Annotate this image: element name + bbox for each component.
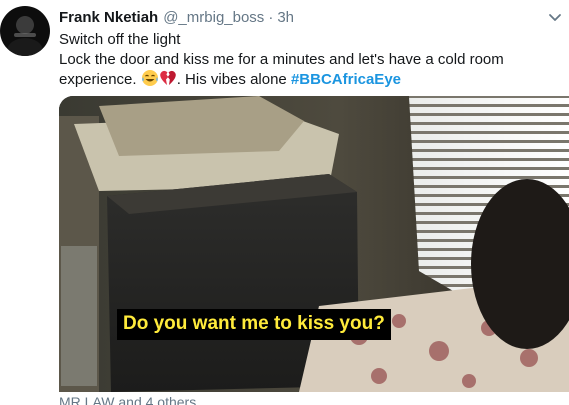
blind-slat (409, 98, 569, 104)
tweet-line-3-text: experience. (59, 71, 141, 88)
liked-by-line[interactable]: MR LAW and 4 others (59, 394, 196, 405)
tears-of-joy-emoji (141, 70, 158, 86)
tweet-timestamp[interactable]: 3h (277, 9, 294, 26)
avatar[interactable] (0, 6, 50, 56)
blind-slat (409, 161, 569, 167)
author-name[interactable]: Frank Nketiah (59, 9, 158, 26)
tweet-line-2: Lock the door and kiss me for a minutes … (59, 50, 504, 68)
paper-stack-top (99, 96, 304, 156)
tweet-card[interactable]: Frank Nketiah @_mrbig_boss · 3h Switch o… (0, 0, 569, 405)
chevron-down-icon[interactable] (547, 9, 563, 25)
tweet-line-3: experience. . His vibes alone #BBCAfrica… (59, 69, 559, 90)
video-subtitle: Do you want me to kiss you? (117, 309, 391, 340)
video-frame (59, 96, 569, 392)
left-shelf-books (61, 246, 97, 386)
blind-slat (409, 170, 569, 176)
blind-slat (409, 107, 569, 113)
tweet-line-3-tail: . His vibes alone (176, 71, 291, 88)
tweet-text: Switch off the light Lock the door and k… (59, 30, 559, 90)
blind-slat (409, 125, 569, 131)
blind-slat (409, 152, 569, 158)
hashtag-link[interactable]: #BBCAfricaEye (291, 71, 401, 88)
avatar-silhouette (7, 38, 43, 56)
blind-slat (409, 116, 569, 122)
header-separator: · (268, 8, 274, 26)
tweet-header: Frank Nketiah @_mrbig_boss · 3h (59, 7, 294, 27)
broken-heart-emoji (159, 70, 176, 85)
blind-slat (409, 134, 569, 140)
avatar-shirt-mark (14, 33, 36, 37)
tweet-line-1: Switch off the light (59, 31, 181, 48)
video-media[interactable]: Do you want me to kiss you? (59, 96, 569, 392)
blind-slat (409, 143, 569, 149)
author-handle[interactable]: @_mrbig_boss (163, 9, 264, 26)
